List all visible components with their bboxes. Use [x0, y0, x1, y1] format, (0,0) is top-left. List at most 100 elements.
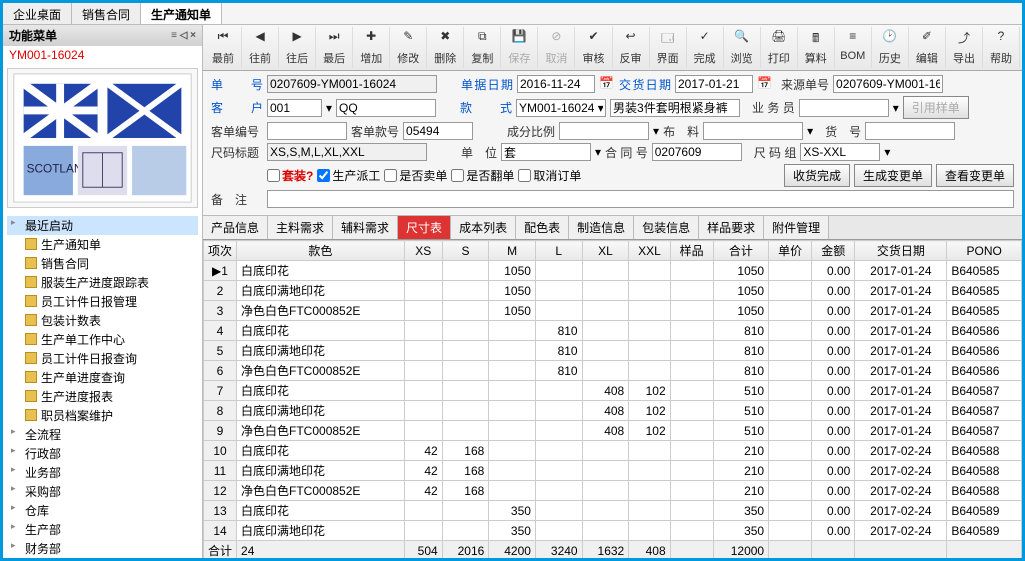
- subtab-5[interactable]: 配色表: [516, 216, 569, 239]
- dropdown-icon[interactable]: ▾: [326, 101, 332, 115]
- btn-shwc[interactable]: 收货完成: [784, 164, 850, 187]
- tb-算料[interactable]: 🖩算料: [798, 27, 835, 68]
- chk-scpg[interactable]: 生产派工: [317, 167, 380, 184]
- tree-item[interactable]: 行政部: [7, 444, 198, 463]
- tb-导出[interactable]: ⤴导出: [946, 27, 983, 68]
- tb-审核[interactable]: ✔审核: [575, 27, 612, 68]
- subtab-0[interactable]: 产品信息: [203, 216, 268, 239]
- subtab-4[interactable]: 成本列表: [451, 216, 516, 239]
- input-djrq[interactable]: [517, 75, 595, 93]
- table-row[interactable]: 14白底印满地印花3503500.002017-02-24B640589: [204, 521, 1022, 541]
- input-khkh[interactable]: [403, 122, 473, 140]
- table-row[interactable]: 8白底印满地印花4081025100.002017-01-24B640587: [204, 401, 1022, 421]
- tab-1[interactable]: 销售合同: [72, 3, 141, 24]
- subtab-9[interactable]: 附件管理: [764, 216, 829, 239]
- table-row[interactable]: 6净色白色FTC000852E8108100.002017-01-24B6405…: [204, 361, 1022, 381]
- subtab-3[interactable]: 尺寸表: [398, 216, 451, 239]
- input-jhrq[interactable]: [675, 75, 753, 93]
- tb-增加[interactable]: ✚增加: [353, 27, 390, 68]
- tb-反审[interactable]: ↩反审: [613, 27, 650, 68]
- table-row[interactable]: 2白底印满地印花105010500.002017-01-24B640585: [204, 281, 1022, 301]
- tb-编辑[interactable]: ✐编辑: [909, 27, 946, 68]
- table-row[interactable]: 4白底印花8108100.002017-01-24B640586: [204, 321, 1022, 341]
- subtab-6[interactable]: 制造信息: [569, 216, 634, 239]
- grid-header[interactable]: XL: [582, 241, 629, 261]
- tb-浏览[interactable]: 🔍浏览: [724, 27, 761, 68]
- grid-header[interactable]: PONO: [947, 241, 1022, 261]
- tree-item[interactable]: 生产进度报表: [23, 387, 198, 406]
- table-row[interactable]: 9净色白色FTC000852E4081025100.002017-01-24B6…: [204, 421, 1022, 441]
- tree-item[interactable]: 全流程: [7, 425, 198, 444]
- tb-界面[interactable]: 🗔界面: [650, 27, 687, 68]
- grid-header[interactable]: S: [442, 241, 489, 261]
- input-cfbl[interactable]: [559, 122, 649, 140]
- table-row[interactable]: 7白底印花4081025100.002017-01-24B640587: [204, 381, 1022, 401]
- grid-header[interactable]: XXL: [629, 241, 670, 261]
- dropdown-icon[interactable]: ▾: [595, 145, 601, 159]
- subtab-2[interactable]: 辅料需求: [333, 216, 398, 239]
- chk-qxdd[interactable]: 取消订单: [518, 167, 581, 184]
- table-row[interactable]: 11白底印满地印花421682100.002017-02-24B640588: [204, 461, 1022, 481]
- tree-item[interactable]: 采购部: [7, 482, 198, 501]
- dropdown-icon[interactable]: ▾: [653, 124, 659, 138]
- table-row[interactable]: ▶1白底印花105010500.002017-01-24B640585: [204, 261, 1022, 281]
- input-hth[interactable]: [652, 143, 742, 161]
- tree-item[interactable]: 包装计数表: [23, 311, 198, 330]
- grid-header[interactable]: 样品: [670, 241, 713, 261]
- tb-往前[interactable]: ◀往前: [242, 27, 279, 68]
- collapse-icon[interactable]: ≡ ◁ ×: [171, 30, 196, 41]
- input-danhao[interactable]: [267, 75, 437, 93]
- input-bz[interactable]: [267, 190, 1014, 208]
- dropdown-icon[interactable]: ▾: [884, 145, 890, 159]
- tb-最前[interactable]: ⏮最前: [205, 27, 242, 68]
- input-cmz[interactable]: [800, 143, 880, 161]
- grid-header[interactable]: 交货日期: [855, 241, 947, 261]
- input-ywy[interactable]: [799, 99, 889, 117]
- tree-item[interactable]: 生产部: [7, 520, 198, 539]
- tab-2[interactable]: 生产通知单: [141, 3, 222, 24]
- tree-item[interactable]: 仓库: [7, 501, 198, 520]
- input-ks-name[interactable]: [610, 99, 740, 117]
- grid-header[interactable]: M: [489, 241, 536, 261]
- grid-header[interactable]: 项次: [204, 241, 237, 261]
- tb-删除[interactable]: ✖删除: [427, 27, 464, 68]
- subtab-8[interactable]: 样品要求: [699, 216, 764, 239]
- input-khbh[interactable]: [267, 122, 347, 140]
- btn-ckbgd[interactable]: 查看变更单: [936, 164, 1014, 187]
- dropdown-icon[interactable]: ▾: [807, 124, 813, 138]
- tb-最后[interactable]: ⏭最后: [316, 27, 353, 68]
- table-row[interactable]: 3净色白色FTC000852E105010500.002017-01-24B64…: [204, 301, 1022, 321]
- input-kh-name[interactable]: [336, 99, 436, 117]
- grid-header[interactable]: 金额: [812, 241, 855, 261]
- chk-sfmd[interactable]: 是否卖单: [384, 167, 447, 184]
- input-lydh[interactable]: [833, 75, 943, 93]
- tree-item[interactable]: 职员档案维护: [23, 406, 198, 425]
- tb-打印[interactable]: 🖨打印: [761, 27, 798, 68]
- chk-sffd[interactable]: 是否翻单: [451, 167, 514, 184]
- input-dw[interactable]: [501, 143, 591, 161]
- grid-header[interactable]: 单价: [769, 241, 812, 261]
- grid-header[interactable]: 款色: [237, 241, 405, 261]
- table-row[interactable]: 12净色白色FTC000852E421682100.002017-02-24B6…: [204, 481, 1022, 501]
- tab-0[interactable]: 企业桌面: [3, 3, 72, 24]
- tree-item[interactable]: 财务部: [7, 539, 198, 558]
- tree-item[interactable]: 服装生产进度跟踪表: [23, 273, 198, 292]
- tb-取消[interactable]: ⊘取消: [538, 27, 575, 68]
- grid-header[interactable]: L: [535, 241, 582, 261]
- input-bl[interactable]: [703, 122, 803, 140]
- input-cmbt[interactable]: [267, 143, 427, 161]
- tree-item[interactable]: 生产通知单: [23, 235, 198, 254]
- tb-复制[interactable]: ⧉复制: [464, 27, 501, 68]
- tb-修改[interactable]: ✎修改: [390, 27, 427, 68]
- calendar-icon[interactable]: 📅: [757, 76, 773, 92]
- grid-header[interactable]: XS: [404, 241, 442, 261]
- tree-item[interactable]: 业务部: [7, 463, 198, 482]
- input-kh-code[interactable]: [267, 99, 322, 117]
- table-row[interactable]: 5白底印满地印花8108100.002017-01-24B640586: [204, 341, 1022, 361]
- tb-往后[interactable]: ▶往后: [279, 27, 316, 68]
- subtab-1[interactable]: 主料需求: [268, 216, 333, 239]
- tree-item[interactable]: 员工计件日报管理: [23, 292, 198, 311]
- input-ks-code[interactable]: [516, 99, 606, 117]
- tree-item[interactable]: 生产单工作中心: [23, 330, 198, 349]
- tree-item[interactable]: 销售合同: [23, 254, 198, 273]
